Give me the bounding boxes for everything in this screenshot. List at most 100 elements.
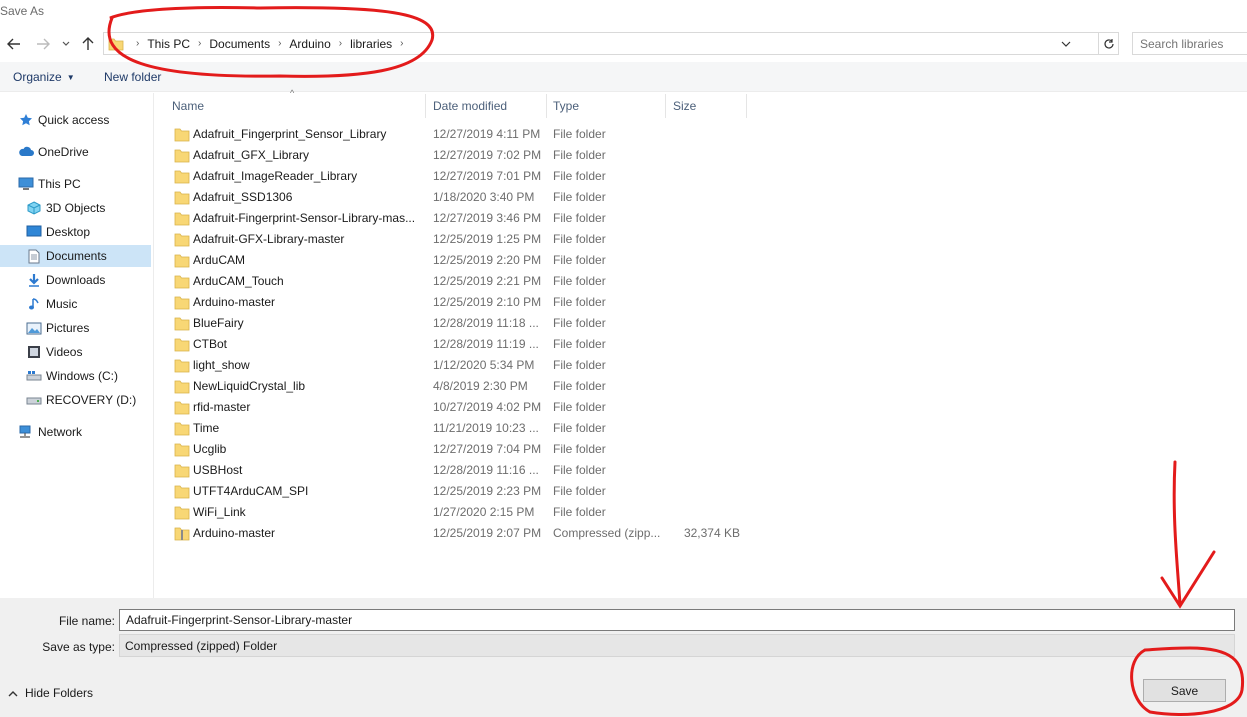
file-name-input[interactable] [119,609,1235,631]
nav-item-onedrive[interactable]: OneDrive [18,141,148,163]
file-row[interactable]: BlueFairy 12/28/2019 11:18 ... File folder [166,313,766,334]
file-type: File folder [553,463,606,477]
column-header-date[interactable]: Date modified [427,94,547,118]
file-type: File folder [553,442,606,456]
nav-item-pictures[interactable]: Pictures [26,317,148,339]
recent-locations-button[interactable] [58,33,74,55]
breadcrumb-documents[interactable]: Documents [209,37,270,51]
nav-item-recovery-d[interactable]: RECOVERY (D:) [26,389,148,411]
nav-item-network[interactable]: Network [18,421,148,443]
file-row[interactable]: NewLiquidCrystal_lib 4/8/2019 2:30 PM File… [166,376,766,397]
breadcrumb-this-pc[interactable]: This PC [147,37,190,51]
nav-item-3d-objects[interactable]: 3D Objects [26,197,148,219]
chevron-up-icon [8,690,18,696]
nav-label: Documents [46,249,107,263]
file-row[interactable]: Arduino-master 12/25/2019 2:07 PM Compress… [166,523,766,544]
file-row[interactable]: light_show 1/12/2020 5:34 PM File folder [166,355,766,376]
file-row[interactable]: Adafruit-GFX-Library-master 12/25/2019 1:… [166,229,766,250]
nav-item-downloads[interactable]: Downloads [26,269,148,291]
save-as-type-label: Save as type: [42,640,115,654]
document-icon [26,248,42,264]
breadcrumb-libraries[interactable]: libraries [350,37,392,51]
computer-icon [18,176,34,192]
file-row[interactable]: UTFT4ArduCAM_SPI 12/25/2019 2:23 PM File f… [166,481,766,502]
folder-icon [174,401,190,415]
folder-icon [174,443,190,457]
file-date: 12/27/2019 4:11 PM [433,127,541,141]
file-date: 1/12/2020 5:34 PM [433,358,535,372]
folder-icon [174,233,190,247]
back-button[interactable] [4,33,24,55]
file-date: 12/27/2019 7:01 PM [433,169,542,183]
file-name: Time [193,421,220,435]
file-row[interactable]: Adafruit_SSD1306 1/18/2020 3:40 PM File fo… [166,187,766,208]
organize-button[interactable]: Organize ▼ [13,70,75,84]
nav-item-windows-c[interactable]: Windows (C:) [26,365,148,387]
file-row[interactable]: Adafruit_GFX_Library 12/27/2019 7:02 PM Fi… [166,145,766,166]
file-row[interactable]: WiFi_Link 1/27/2020 2:15 PM File folder [166,502,766,523]
nav-item-this-pc[interactable]: This PC [18,173,148,195]
file-row[interactable]: Adafruit_Fingerprint_Sensor_Library 12/27… [166,124,766,145]
desktop-icon [26,224,42,240]
file-row[interactable]: Time 11/21/2019 10:23 ... File folder [166,418,766,439]
save-as-type-select[interactable]: Compressed (zipped) Folder [119,634,1235,657]
hide-folders-button[interactable]: Hide Folders [8,686,93,700]
nav-item-quick-access[interactable]: Quick access [18,109,148,131]
file-type: File folder [553,190,606,204]
nav-label: Windows (C:) [46,369,119,383]
up-button[interactable] [78,33,98,55]
folder-icon [174,506,190,520]
file-type: File folder [553,421,606,435]
file-row[interactable]: ArduCAM_Touch 12/25/2019 2:21 PM File fold… [166,271,766,292]
download-icon [26,272,42,288]
folder-icon [174,296,190,310]
file-row[interactable]: Adafruit-Fingerprint-Sensor-Library-mas.… [166,208,766,229]
nav-item-documents[interactable]: Documents [0,245,151,267]
search-input[interactable] [1132,32,1247,55]
nav-label: Quick access [38,113,110,127]
nav-item-desktop[interactable]: Desktop [26,221,148,243]
file-list: Adafruit_Fingerprint_Sensor_Library 12/27… [166,124,766,544]
hide-folders-label: Hide Folders [25,686,94,700]
nav-item-videos[interactable]: Videos [26,341,148,363]
refresh-button[interactable] [1099,32,1119,55]
file-row[interactable]: Arduino-master 12/25/2019 2:10 PM File fol… [166,292,766,313]
folder-icon [174,149,190,163]
file-row[interactable]: Adafruit_ImageReader_Library 12/27/2019 7… [166,166,766,187]
address-bar[interactable]: › This PC › Documents › Arduino › librar… [103,32,1099,55]
breadcrumb-arduino[interactable]: Arduino [289,37,330,51]
breadcrumb-separator: › [278,38,282,49]
breadcrumb-separator: › [198,38,202,49]
file-row[interactable]: USBHost 12/28/2019 11:16 ... File folder [166,460,766,481]
folder-icon [174,254,190,268]
file-size: 32,374 KB [683,526,740,540]
forward-button[interactable] [33,33,53,55]
column-header-type[interactable]: Type [547,94,666,118]
file-row[interactable]: Ucglib 12/27/2019 7:04 PM File folder [166,439,766,460]
file-date: 12/25/2019 2:20 PM [433,253,542,267]
folder-icon [174,191,190,205]
column-header-size[interactable]: Size [667,94,747,118]
file-date: 12/28/2019 11:19 ... [433,337,539,351]
new-folder-button[interactable]: New folder [104,70,161,84]
breadcrumb-separator: › [400,38,404,49]
file-name: ArduCAM_Touch [193,274,284,288]
nav-label: RECOVERY (D:) [46,393,137,407]
file-date: 12/27/2019 7:04 PM [433,442,542,456]
file-date: 12/25/2019 2:07 PM [433,526,542,540]
music-icon [26,296,42,312]
file-row[interactable]: ArduCAM 12/25/2019 2:20 PM File folder [166,250,766,271]
drive-icon [26,368,42,384]
video-icon [26,344,42,360]
file-type: File folder [553,295,606,309]
file-row[interactable]: CTBot 12/28/2019 11:19 ... File folder [166,334,766,355]
caret-down-icon: ▼ [66,73,75,82]
address-dropdown-button[interactable] [1058,33,1074,54]
save-button[interactable]: Save [1143,679,1226,702]
nav-item-music[interactable]: Music [26,293,148,315]
file-row[interactable]: rfid-master 10/27/2019 4:02 PM File folder [166,397,766,418]
organize-label: Organize [13,70,62,84]
file-name: BlueFairy [193,316,244,330]
column-header-name[interactable]: Name [166,94,426,118]
window-title: Save As [0,4,45,18]
